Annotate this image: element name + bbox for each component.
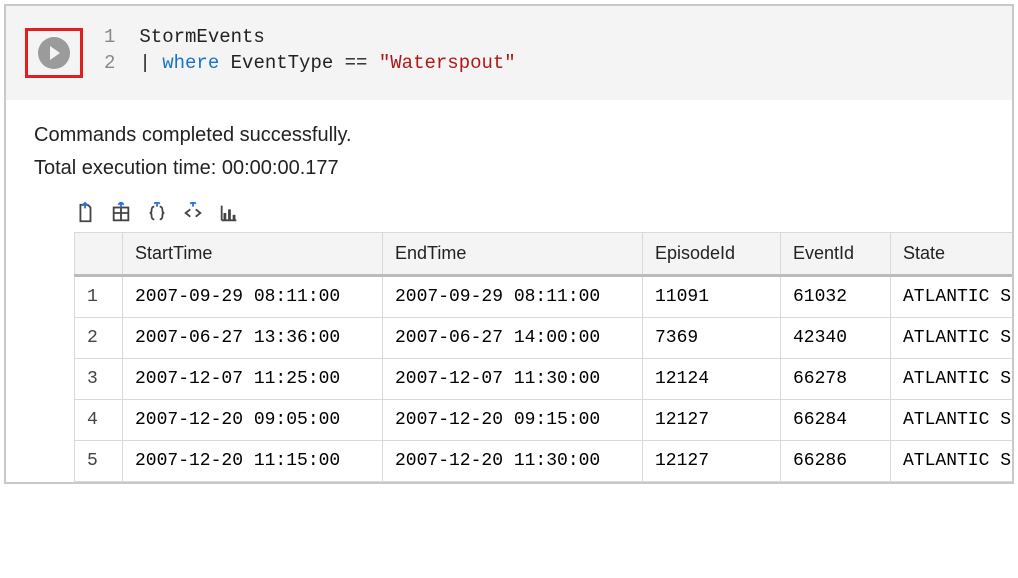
cell[interactable]: 2007-09-29 08:11:00: [383, 276, 643, 318]
run-button[interactable]: [38, 37, 70, 69]
cell[interactable]: 66286: [781, 441, 891, 482]
cell[interactable]: 61032: [781, 276, 891, 318]
row-number: 2: [75, 318, 123, 359]
cell[interactable]: 2007-12-20 11:15:00: [123, 441, 383, 482]
cell[interactable]: 12127: [643, 441, 781, 482]
table-row[interactable]: 52007-12-20 11:15:002007-12-20 11:30:001…: [75, 441, 1015, 482]
col-header[interactable]: EpisodeId: [643, 233, 781, 276]
col-header[interactable]: EventId: [781, 233, 891, 276]
results-table[interactable]: StartTime EndTime EpisodeId EventId Stat…: [74, 232, 1014, 482]
chart-icon[interactable]: [218, 202, 240, 224]
row-number: 1: [75, 276, 123, 318]
cell[interactable]: ATLANTIC S: [891, 318, 1015, 359]
cell[interactable]: 2007-06-27 13:36:00: [123, 318, 383, 359]
row-number: 3: [75, 359, 123, 400]
cell[interactable]: 2007-12-20 09:15:00: [383, 400, 643, 441]
cell[interactable]: 7369: [643, 318, 781, 359]
cell[interactable]: ATLANTIC S: [891, 441, 1015, 482]
cell[interactable]: 42340: [781, 318, 891, 359]
execution-time: Total execution time: 00:00:00.177: [34, 157, 986, 180]
export-code-icon[interactable]: [182, 202, 204, 224]
cell[interactable]: 2007-09-29 08:11:00: [123, 276, 383, 318]
col-header[interactable]: EndTime: [383, 233, 643, 276]
query-editor[interactable]: 12 StormEvents| where EventType == "Wate…: [6, 6, 1012, 100]
table-row[interactable]: 22007-06-27 13:36:002007-06-27 14:00:007…: [75, 318, 1015, 359]
col-header[interactable]: StartTime: [123, 233, 383, 276]
cell[interactable]: 66284: [781, 400, 891, 441]
cell[interactable]: 2007-12-20 09:05:00: [123, 400, 383, 441]
results-panel: Commands completed successfully. Total e…: [6, 100, 1012, 482]
cell[interactable]: ATLANTIC S: [891, 400, 1015, 441]
cell[interactable]: 12127: [643, 400, 781, 441]
row-number: 5: [75, 441, 123, 482]
table-row[interactable]: 12007-09-29 08:11:002007-09-29 08:11:001…: [75, 276, 1015, 318]
code-lines[interactable]: StormEvents| where EventType == "Watersp…: [139, 24, 515, 76]
table-row[interactable]: 32007-12-07 11:25:002007-12-07 11:30:001…: [75, 359, 1015, 400]
table-row[interactable]: 42007-12-20 09:05:002007-12-20 09:15:001…: [75, 400, 1015, 441]
cell[interactable]: 66278: [781, 359, 891, 400]
cell[interactable]: ATLANTIC S: [891, 359, 1015, 400]
rownum-header: [75, 233, 123, 276]
cell[interactable]: 2007-12-07 11:25:00: [123, 359, 383, 400]
cell[interactable]: 11091: [643, 276, 781, 318]
export-file-icon[interactable]: [74, 202, 96, 224]
cell[interactable]: 2007-12-20 11:30:00: [383, 441, 643, 482]
cell[interactable]: 12124: [643, 359, 781, 400]
table-header-row: StartTime EndTime EpisodeId EventId Stat…: [75, 233, 1015, 276]
run-button-highlight: [25, 28, 83, 78]
cell[interactable]: 2007-06-27 14:00:00: [383, 318, 643, 359]
line-gutter: 12: [88, 24, 139, 76]
results-toolbar: [74, 202, 986, 224]
status-message: Commands completed successfully.: [34, 124, 986, 147]
export-table-icon[interactable]: [110, 202, 132, 224]
export-json-icon[interactable]: [146, 202, 168, 224]
col-header[interactable]: State: [891, 233, 1015, 276]
cell[interactable]: ATLANTIC S: [891, 276, 1015, 318]
cell[interactable]: 2007-12-07 11:30:00: [383, 359, 643, 400]
row-number: 4: [75, 400, 123, 441]
